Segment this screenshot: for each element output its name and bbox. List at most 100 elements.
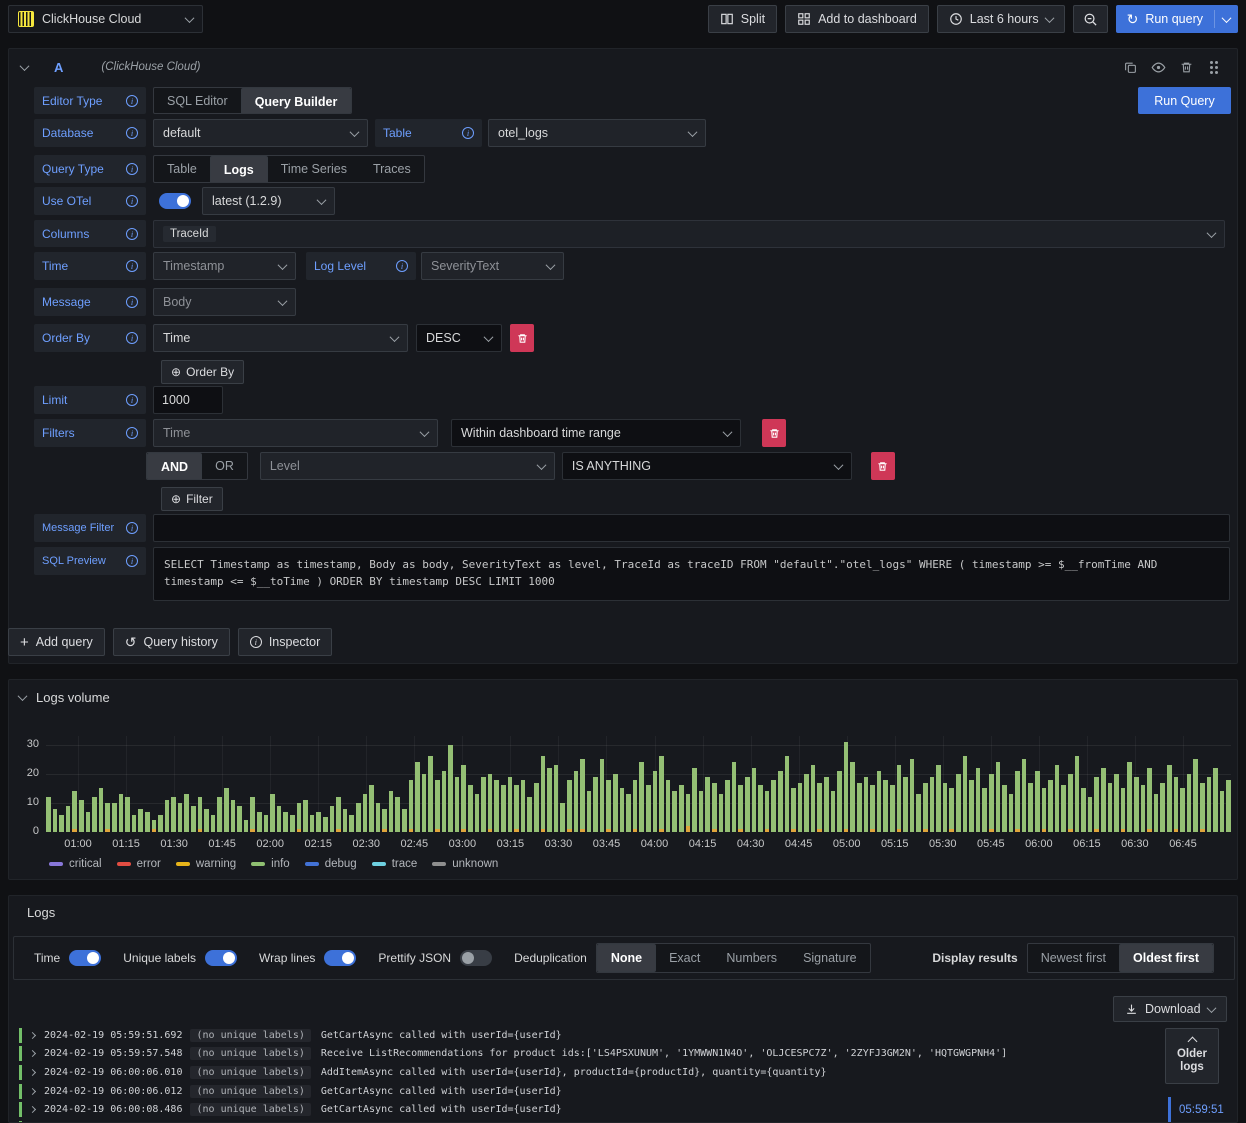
option-time-series[interactable]: Time Series — [268, 156, 360, 182]
info-icon[interactable]: i — [126, 127, 138, 139]
wrap-lines-toggle[interactable] — [324, 950, 357, 966]
log-row[interactable]: 2024-02-19 06:00:06.012 (no unique labels… — [13, 1082, 1229, 1101]
expand-log-icon[interactable] — [28, 1031, 37, 1039]
logs-volume-header[interactable]: Logs volume — [17, 690, 110, 705]
option-signature[interactable]: Signature — [790, 944, 870, 972]
editor-type-switch[interactable]: SQL Editor Query Builder — [153, 87, 353, 114]
info-icon[interactable]: i — [126, 394, 138, 406]
expand-log-icon[interactable] — [28, 1050, 37, 1058]
collapse-panel-icon[interactable] — [17, 691, 28, 702]
add-query-button[interactable]: + Add query — [8, 628, 105, 656]
option-query-builder[interactable]: Query Builder — [240, 88, 352, 113]
info-icon[interactable]: i — [126, 227, 138, 240]
order-direction-select[interactable]: DESC — [416, 324, 502, 352]
option-table[interactable]: Table — [154, 156, 210, 182]
option-logs[interactable]: Logs — [209, 156, 268, 182]
option-and[interactable]: AND — [147, 453, 203, 479]
expand-log-icon[interactable] — [28, 1068, 37, 1077]
column-chip[interactable]: TraceId — [163, 226, 216, 242]
prettify-json-toggle[interactable] — [460, 950, 493, 966]
message-filter-input[interactable] — [153, 514, 1230, 542]
info-icon[interactable]: i — [462, 127, 474, 139]
log-row[interactable]: 2024-02-19 05:59:57.548 (no unique labels… — [13, 1045, 1229, 1064]
sub-filter-operator-select[interactable]: IS ANYTHING — [561, 452, 852, 480]
legend-warning[interactable]: warning — [175, 858, 236, 870]
option-numbers[interactable]: Numbers — [713, 944, 790, 972]
log-row[interactable]: 2024-02-19 05:59:51.692 (no unique labels… — [13, 1026, 1229, 1045]
legend-info[interactable]: info — [251, 858, 290, 870]
delete-query-button[interactable] — [1175, 56, 1197, 78]
older-logs-button[interactable]: Older logs — [1165, 1028, 1219, 1084]
run-query-editor-button[interactable]: Run Query — [1138, 87, 1231, 114]
info-icon[interactable]: i — [396, 260, 408, 272]
limit-input[interactable]: 1000 — [153, 386, 223, 414]
legend-unknown[interactable]: unknown — [432, 858, 498, 870]
legend-critical[interactable]: critical — [49, 858, 102, 870]
option-sql-editor[interactable]: SQL Editor — [154, 88, 241, 113]
inspector-button[interactable]: i Inspector — [237, 628, 333, 656]
info-icon[interactable]: i — [126, 94, 138, 107]
option-newest-first[interactable]: Newest first — [1028, 944, 1119, 972]
filter-field-select[interactable]: Time — [153, 419, 438, 447]
table-select[interactable]: otel_logs — [488, 119, 706, 147]
unique-labels-toggle[interactable] — [204, 950, 237, 966]
info-icon[interactable]: i — [126, 522, 138, 534]
conjunction-switch[interactable]: AND OR — [146, 452, 248, 480]
drag-handle[interactable] — [1203, 56, 1225, 78]
order-by-field-select[interactable]: Time — [153, 324, 408, 352]
filter-operator-select[interactable]: Within dashboard time range — [451, 419, 741, 447]
display-order-switch[interactable]: Newest first Oldest first — [1026, 943, 1214, 973]
time-column-select[interactable]: Timestamp — [153, 252, 296, 280]
info-icon[interactable]: i — [126, 296, 138, 308]
info-icon[interactable]: i — [126, 427, 138, 439]
run-query-caret[interactable] — [1215, 5, 1238, 33]
sub-filter-field-select[interactable]: Level — [259, 452, 555, 480]
add-to-dashboard-button[interactable]: Add to dashboard — [785, 5, 929, 33]
option-exact[interactable]: Exact — [656, 944, 713, 972]
columns-multiselect[interactable]: TraceId — [153, 220, 1225, 248]
log-level-select[interactable]: SeverityText — [421, 252, 564, 280]
time-toggle[interactable] — [69, 950, 102, 966]
download-button[interactable]: Download — [1113, 996, 1227, 1022]
expand-log-icon[interactable] — [28, 1087, 37, 1095]
query-ref-id[interactable]: A — [54, 60, 63, 75]
datasource-picker[interactable]: ClickHouse Cloud — [8, 5, 203, 33]
add-filter-button[interactable]: ⊕ Filter — [161, 487, 223, 511]
split-button[interactable]: Split — [707, 5, 778, 33]
query-history-button[interactable]: ↺ Query history — [112, 628, 230, 656]
option-oldest-first[interactable]: Oldest first — [1119, 944, 1213, 972]
info-icon[interactable]: i — [126, 163, 138, 175]
remove-filter-button[interactable] — [762, 419, 786, 447]
zoom-out-button[interactable] — [1072, 5, 1108, 33]
query-type-switch[interactable]: Table Logs Time Series Traces — [153, 155, 425, 183]
legend-error[interactable]: error — [116, 858, 161, 870]
time-range-picker[interactable]: Last 6 hours — [936, 5, 1065, 33]
log-row[interactable]: 2024-02-19 06:00:18.663(no unique labels… — [13, 1119, 1229, 1122]
database-select[interactable]: default — [153, 119, 368, 147]
run-query-split-button[interactable]: ↻ Run query — [1115, 5, 1238, 33]
legend-debug[interactable]: debug — [304, 858, 357, 870]
deduplication-switch[interactable]: None Exact Numbers Signature — [595, 943, 871, 973]
remove-sub-filter-button[interactable] — [870, 452, 895, 480]
log-row[interactable]: 2024-02-19 06:00:08.486 (no unique labels… — [13, 1100, 1229, 1119]
log-row[interactable]: 2024-02-19 06:00:06.010 (no unique labels… — [13, 1063, 1229, 1082]
info-icon[interactable]: i — [126, 260, 138, 272]
remove-order-by-button[interactable] — [510, 324, 534, 352]
use-otel-toggle[interactable] — [159, 193, 191, 209]
otel-version-select[interactable]: latest (1.2.9) — [202, 187, 335, 215]
legend-trace[interactable]: trace — [371, 858, 417, 870]
collapse-query-icon[interactable] — [19, 60, 30, 71]
add-order-by-button[interactable]: ⊕ Order By — [161, 360, 245, 384]
option-none[interactable]: None — [596, 944, 657, 972]
sql-preview-text[interactable]: SELECT Timestamp as timestamp, Body as b… — [153, 547, 1230, 601]
option-or[interactable]: OR — [202, 453, 247, 479]
expand-log-icon[interactable] — [28, 1106, 37, 1114]
message-column-select[interactable]: Body — [153, 288, 296, 316]
option-traces[interactable]: Traces — [360, 156, 424, 182]
duplicate-query-button[interactable] — [1119, 56, 1141, 78]
info-icon[interactable]: i — [126, 195, 138, 207]
hide-response-button[interactable] — [1147, 56, 1169, 78]
info-icon[interactable]: i — [126, 332, 138, 344]
info-icon[interactable]: i — [126, 555, 138, 567]
use-otel-label: Use OTel i — [34, 187, 146, 215]
